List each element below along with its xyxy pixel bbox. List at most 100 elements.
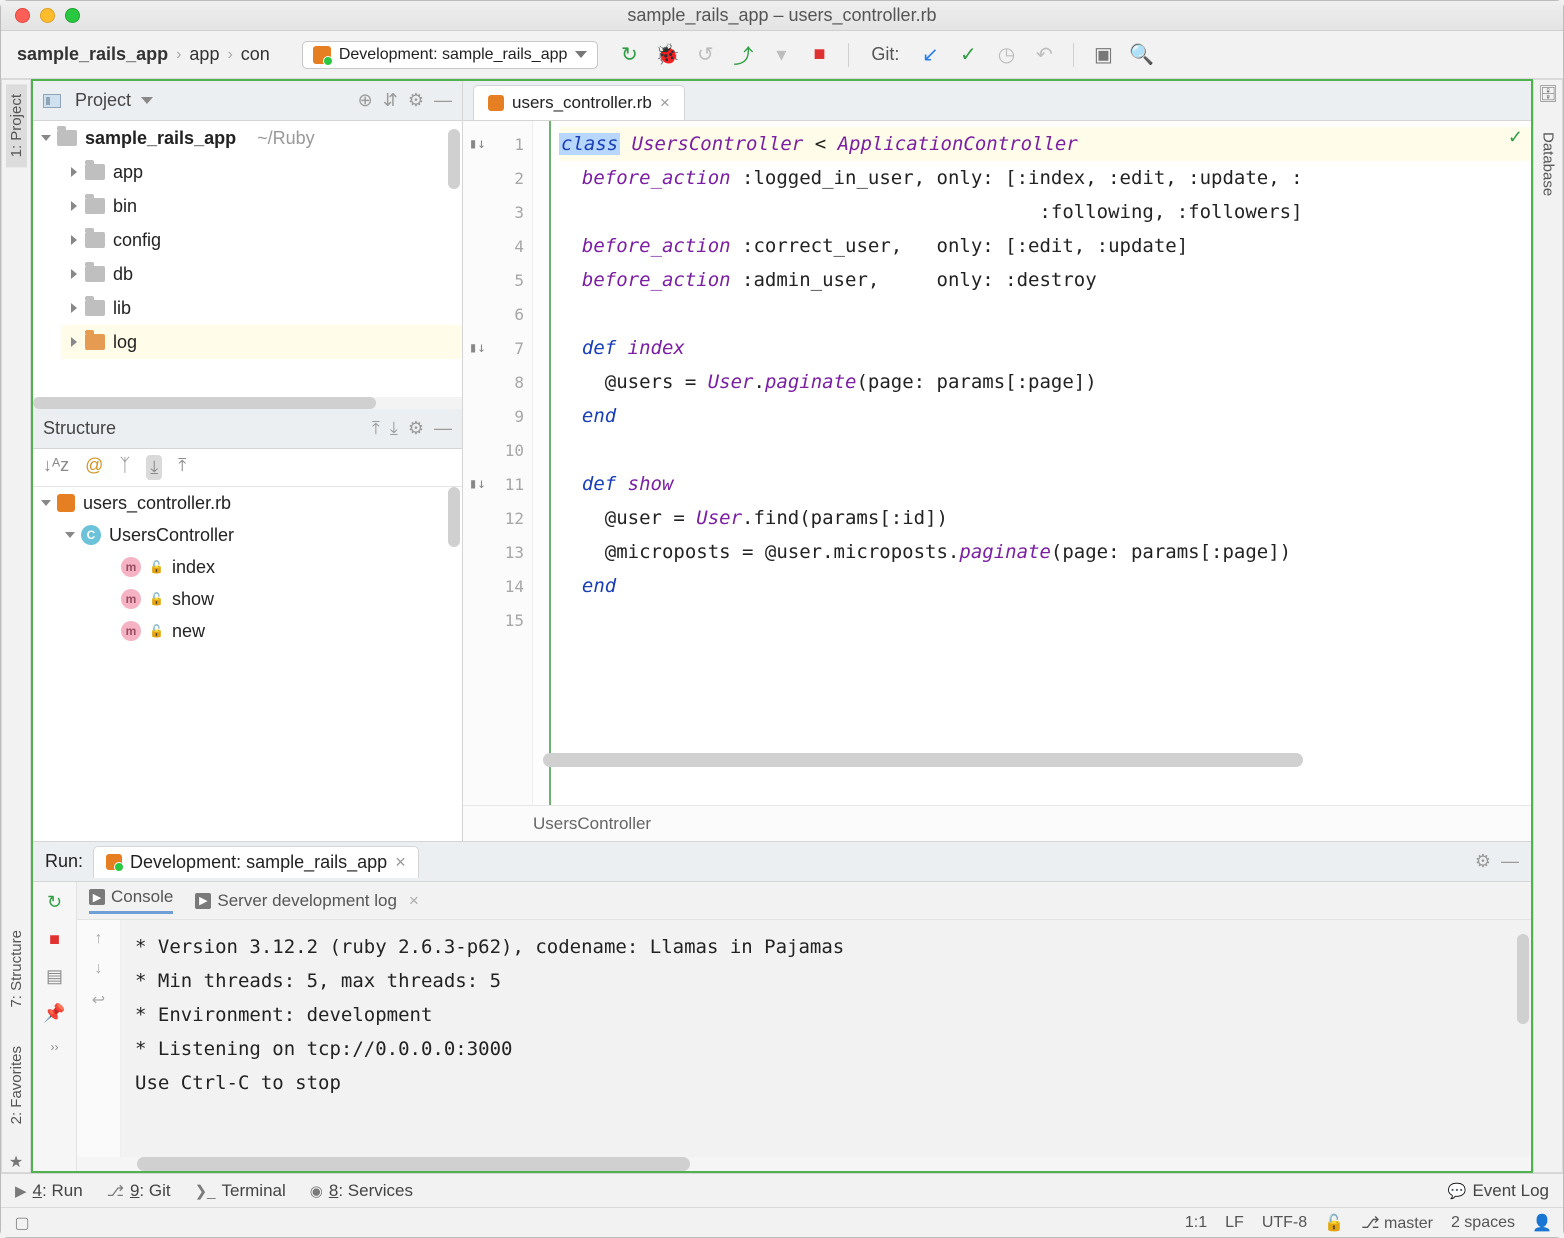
console-vscroll[interactable] xyxy=(1517,924,1529,1153)
stop-icon[interactable]: ■ xyxy=(808,44,830,66)
locate-icon[interactable]: ⊕ xyxy=(358,90,373,111)
collapse-all-icon[interactable]: ⤓ xyxy=(390,418,398,439)
at-icon[interactable]: @ xyxy=(85,455,103,480)
inspection-profile-icon[interactable]: 👤 xyxy=(1533,1214,1551,1232)
chevron-right-icon[interactable] xyxy=(71,337,77,347)
structure-file[interactable]: users_controller.rb xyxy=(33,487,462,519)
breadcrumb-root[interactable]: sample_rails_app xyxy=(11,42,174,67)
chevron-right-icon[interactable] xyxy=(71,269,77,279)
hide-panel-icon[interactable]: — xyxy=(434,90,452,111)
gutter-mark-icon[interactable]: ▮↓ xyxy=(469,476,486,492)
inspection-ok-icon[interactable]: ✓ xyxy=(1508,127,1523,148)
project-hscroll[interactable] xyxy=(33,397,462,409)
gear-icon[interactable]: ⚙ xyxy=(1475,851,1491,872)
vcs-history-icon[interactable]: ◷ xyxy=(995,44,1017,66)
chevron-right-icon[interactable] xyxy=(71,201,77,211)
chevron-down-icon[interactable] xyxy=(141,97,153,104)
structure-method-show[interactable]: m🔓show xyxy=(33,583,462,615)
search-everywhere-icon[interactable]: 🔍 xyxy=(1130,44,1152,66)
tool-windows-icon[interactable]: ▢ xyxy=(13,1214,31,1232)
caret-position[interactable]: 1:1 xyxy=(1185,1214,1207,1232)
scroll-up-icon[interactable]: ↑ xyxy=(95,930,103,948)
scroll-from-source-icon[interactable]: ⤒ xyxy=(178,455,186,480)
layout-icon[interactable]: ▤ xyxy=(46,966,63,987)
structure-class[interactable]: CUsersController xyxy=(33,519,462,551)
breadcrumb-app[interactable]: app xyxy=(183,42,225,67)
rerun-icon[interactable]: ↻ xyxy=(47,892,62,913)
structure-method-index[interactable]: m🔓index xyxy=(33,551,462,583)
editor-breadcrumb[interactable]: UsersController xyxy=(463,805,1531,841)
chevron-right-icon[interactable] xyxy=(71,235,77,245)
close-tab-icon[interactable]: × xyxy=(395,852,406,873)
debug-icon[interactable]: 🐞 xyxy=(656,44,678,66)
tree-item-app[interactable]: app xyxy=(61,155,462,189)
tool-terminal-button[interactable]: ❯_Terminal xyxy=(195,1181,286,1201)
console-hscroll[interactable] xyxy=(77,1157,1531,1171)
sort-alpha-icon[interactable]: ↓ᴬᴢ xyxy=(43,455,69,480)
tree-item-db[interactable]: db xyxy=(61,257,462,291)
tree-item-log[interactable]: log xyxy=(61,325,462,359)
coverage-icon[interactable]: ↺ xyxy=(694,44,716,66)
console-tab[interactable]: ▶Console xyxy=(89,887,173,914)
stripe-database-button[interactable]: Database xyxy=(1538,122,1559,206)
tool-services-button[interactable]: ◉8: Services xyxy=(310,1181,413,1201)
tool-git-button[interactable]: ⎇9: Git xyxy=(107,1181,171,1201)
stripe-project-button[interactable]: 1: Project xyxy=(6,84,27,167)
stripe-structure-button[interactable]: 7: Structure xyxy=(6,920,27,1018)
expand-all-icon[interactable]: ⤒ xyxy=(372,418,380,439)
structure-tree[interactable]: ↓ᴬᴢ @ ᛉ ⤓ ⤒ users_controller.rb CUsersCo… xyxy=(33,449,462,841)
structure-method-new[interactable]: m🔓new xyxy=(33,615,462,647)
close-tab-icon[interactable]: × xyxy=(409,891,419,911)
tree-item-lib[interactable]: lib xyxy=(61,291,462,325)
code-area[interactable]: class UsersController < ApplicationContr… xyxy=(551,121,1531,805)
indent-settings[interactable]: 2 spaces xyxy=(1451,1214,1515,1232)
soft-wrap-icon[interactable]: ↩ xyxy=(92,990,105,1010)
gear-icon[interactable]: ⚙ xyxy=(408,90,424,111)
run-tab[interactable]: Development: sample_rails_app × xyxy=(93,846,419,878)
tree-root[interactable]: sample_rails_app ~/Ruby xyxy=(33,121,462,155)
fold-column[interactable] xyxy=(533,121,551,805)
run-icon[interactable]: ↻ xyxy=(618,44,640,66)
chevron-down-icon[interactable] xyxy=(65,532,75,538)
inherit-icon[interactable]: ᛉ xyxy=(119,455,130,480)
editor-tab[interactable]: users_controller.rb × xyxy=(473,85,685,120)
scroll-down-icon[interactable]: ↓ xyxy=(95,960,103,978)
tool-eventlog-button[interactable]: 💬Event Log xyxy=(1448,1181,1549,1201)
run-config-selector[interactable]: Development: sample_rails_app xyxy=(302,41,599,69)
tree-item-bin[interactable]: bin xyxy=(61,189,462,223)
readonly-icon[interactable]: 🔓 xyxy=(1325,1214,1343,1232)
editor-gutter[interactable]: ▮↓1 2 3 4 5 6 ▮↓7 8 9 10 ▮↓11 12 13 14 xyxy=(463,121,533,805)
gear-icon[interactable]: ⚙ xyxy=(408,418,424,439)
project-panel-title[interactable]: Project xyxy=(75,90,131,111)
more-icon[interactable]: ›› xyxy=(51,1040,59,1054)
tool-run-button[interactable]: ▶4: Run xyxy=(15,1181,83,1201)
hide-panel-icon[interactable]: — xyxy=(1501,851,1519,872)
console-output[interactable]: * Version 3.12.2 (ruby 2.6.3-p62), coden… xyxy=(121,920,1531,1157)
chevron-down-icon[interactable] xyxy=(41,500,51,506)
editor-hscroll[interactable] xyxy=(543,753,1517,767)
breadcrumb-con[interactable]: con xyxy=(235,42,276,67)
ide-settings-icon[interactable]: ▣ xyxy=(1092,44,1114,66)
vcs-commit-icon[interactable]: ✓ xyxy=(957,44,979,66)
chevron-right-icon[interactable] xyxy=(71,303,77,313)
run-menu-caret-icon[interactable]: ▾ xyxy=(770,44,792,66)
stop-icon[interactable]: ■ xyxy=(49,929,60,950)
vcs-update-icon[interactable]: ↙ xyxy=(919,44,941,66)
stripe-favorites-button[interactable]: 2: Favorites xyxy=(6,1036,27,1134)
file-encoding[interactable]: UTF-8 xyxy=(1262,1214,1307,1232)
structure-vscroll[interactable] xyxy=(448,453,460,837)
server-log-tab[interactable]: ▶Server development log× xyxy=(195,891,418,911)
project-vscroll[interactable] xyxy=(448,125,460,393)
pin-icon[interactable]: 📌 xyxy=(43,1003,65,1024)
chevron-down-icon[interactable] xyxy=(41,135,51,141)
gutter-mark-icon[interactable]: ▮↓ xyxy=(469,136,486,152)
tree-item-config[interactable]: config xyxy=(61,223,462,257)
gutter-mark-icon[interactable]: ▮↓ xyxy=(469,340,486,356)
hide-panel-icon[interactable]: — xyxy=(434,418,452,439)
editor-body[interactable]: ▮↓1 2 3 4 5 6 ▮↓7 8 9 10 ▮↓11 12 13 14 xyxy=(463,121,1531,805)
run-with-icon[interactable]: ⤴ xyxy=(732,44,754,66)
line-separator[interactable]: LF xyxy=(1225,1214,1244,1232)
vcs-rollback-icon[interactable]: ↶ xyxy=(1033,44,1055,66)
git-branch[interactable]: ⎇ master xyxy=(1361,1213,1433,1233)
chevron-right-icon[interactable] xyxy=(71,167,77,177)
